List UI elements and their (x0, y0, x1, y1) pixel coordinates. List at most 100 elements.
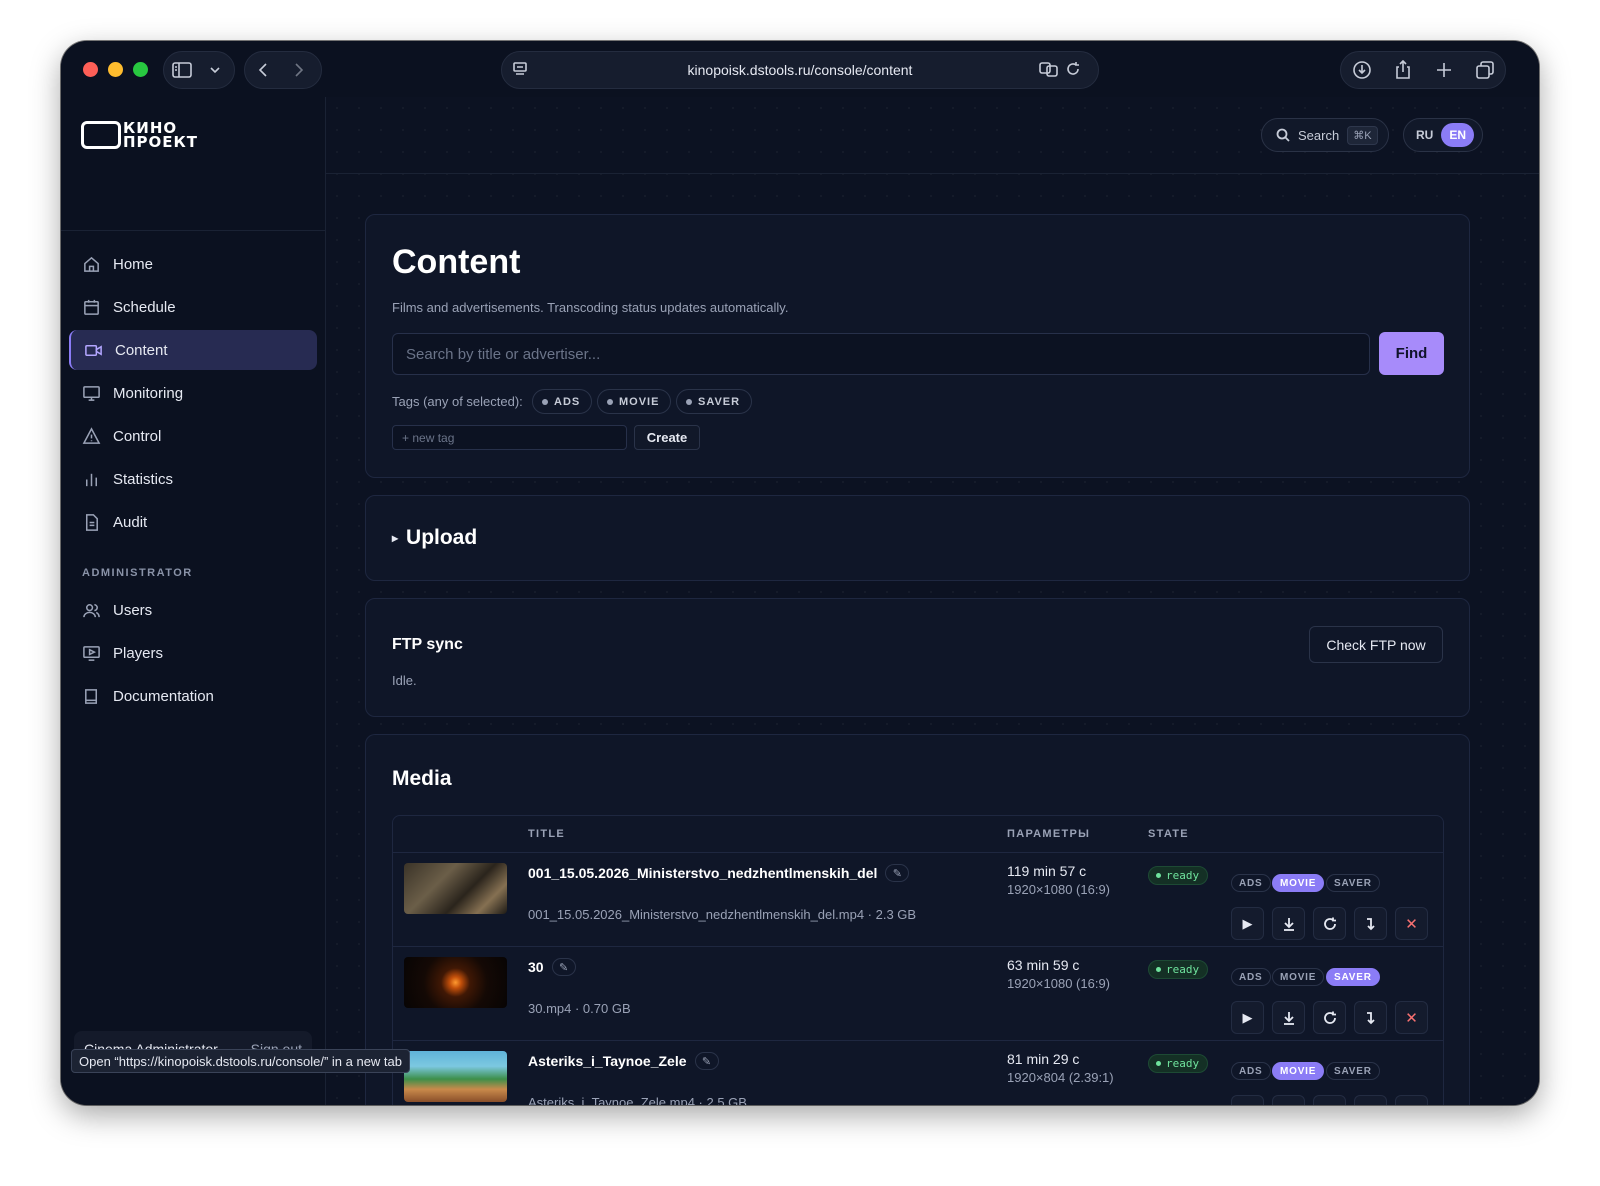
find-button[interactable]: Find (1379, 332, 1444, 375)
close-icon: ✕ (1405, 1009, 1418, 1027)
sidebar-item-statistics[interactable]: Statistics (69, 459, 317, 499)
tag-filter-movie[interactable]: MOVIE (597, 389, 672, 414)
row-tag-ads[interactable]: ADS (1231, 874, 1271, 892)
sidebar-item-audit[interactable]: Audit (69, 502, 317, 542)
sidebar-item-label: Players (113, 644, 164, 662)
tab-overview-icon[interactable] (1467, 52, 1503, 88)
refresh-icon (1323, 1105, 1337, 1106)
play-button[interactable]: ▶ (1231, 907, 1264, 940)
chevron-down-icon[interactable] (200, 52, 230, 88)
download-icon (1283, 1011, 1294, 1025)
media-resolution: 1920×1080 (16:9) (1007, 976, 1111, 991)
row-tag-movie[interactable]: MOVIE (1272, 1062, 1325, 1080)
media-thumbnail[interactable] (404, 1051, 507, 1102)
row-tag-ads[interactable]: ADS (1231, 1062, 1271, 1080)
brand-logo[interactable]: КИНО ПРОЕКТ (81, 121, 198, 150)
sidebar-item-label: Documentation (113, 687, 214, 705)
sidebar-item-control[interactable]: Control (69, 416, 317, 456)
language-switch: RU EN (1403, 118, 1483, 152)
upload-title: Upload (406, 526, 478, 549)
media-table: TITLE ПАРАМЕТРЫ STATE 001_15.05.2026_Min… (392, 815, 1444, 1105)
row-tag-saver[interactable]: SAVER (1326, 874, 1380, 892)
media-title: Media (392, 767, 452, 790)
downloads-icon[interactable] (1344, 52, 1380, 88)
sidebar-divider (61, 230, 326, 231)
sidebar-item-users[interactable]: Users (69, 590, 317, 630)
tag-filter-saver[interactable]: SAVER (676, 389, 753, 414)
retranscode-button[interactable] (1313, 1001, 1346, 1034)
translate-icon[interactable] (1039, 61, 1059, 82)
tag-dot (686, 398, 692, 405)
tag-dot (542, 398, 548, 405)
maximize-window-button[interactable] (133, 62, 148, 77)
check-ftp-button[interactable]: Check FTP now (1309, 626, 1443, 663)
delete-button[interactable]: ✕ (1395, 907, 1428, 940)
retranscode-button[interactable] (1313, 1095, 1346, 1105)
media-duration: 81 min 29 c (1007, 1051, 1080, 1067)
share-icon[interactable] (1385, 52, 1421, 88)
move-button[interactable] (1354, 1001, 1387, 1034)
arrow-turn-down-icon (1364, 1105, 1378, 1106)
download-button[interactable] (1272, 1095, 1305, 1105)
upload-card[interactable]: ▸ Upload (365, 495, 1470, 581)
sidebar-toggle-icon[interactable] (164, 52, 200, 88)
play-icon: ▶ (1242, 1009, 1253, 1025)
pencil-icon[interactable]: ✎ (885, 864, 910, 882)
sidebar-item-content[interactable]: Content (69, 330, 317, 370)
column-header-state: STATE (1148, 828, 1189, 840)
back-arrow-icon[interactable] (245, 52, 281, 88)
main-area: Search ⌘K RU EN Content Films and advert… (326, 97, 1539, 1105)
retranscode-button[interactable] (1313, 907, 1346, 940)
media-file-info: Asteriks_i_Taynoe_Zele.mp4 · 2.5 GB (528, 1095, 747, 1105)
sidebar-item-players[interactable]: Players (69, 633, 317, 673)
video-icon (85, 344, 102, 356)
close-window-button[interactable] (83, 62, 98, 77)
new-tab-icon[interactable] (1426, 52, 1462, 88)
pencil-icon[interactable]: ✎ (694, 1052, 719, 1070)
create-tag-button[interactable]: Create (634, 425, 700, 450)
lang-ru-option[interactable]: RU (1408, 123, 1441, 147)
sidebar-item-label: Schedule (113, 298, 176, 316)
close-icon: ✕ (1405, 915, 1418, 933)
sidebar-item-home[interactable]: Home (69, 244, 317, 284)
forward-arrow-icon[interactable] (281, 52, 317, 88)
new-tag-input[interactable] (392, 425, 627, 450)
sidebar-item-documentation[interactable]: Documentation (69, 676, 317, 716)
delete-button[interactable]: ✕ (1395, 1095, 1428, 1105)
sidebar-item-schedule[interactable]: Schedule (69, 287, 317, 327)
row-tag-movie[interactable]: MOVIE (1272, 874, 1325, 892)
tag-label: ADS (554, 395, 581, 408)
pencil-icon[interactable]: ✎ (551, 958, 576, 976)
download-button[interactable] (1272, 907, 1305, 940)
play-button[interactable]: ▶ (1231, 1001, 1264, 1034)
download-button[interactable] (1272, 1001, 1305, 1034)
lang-en-option[interactable]: EN (1441, 123, 1475, 147)
play-button[interactable]: ▶ (1231, 1095, 1264, 1105)
tag-filter-ads[interactable]: ADS (532, 389, 593, 414)
caret-right-icon: ▸ (392, 531, 399, 545)
media-name: Asteriks_i_Taynoe_Zele (528, 1053, 687, 1069)
search-icon (1276, 128, 1290, 142)
move-button[interactable] (1354, 1095, 1387, 1105)
minimize-window-button[interactable] (108, 62, 123, 77)
status-text: ready (1166, 869, 1200, 882)
address-bar[interactable]: kinopoisk.dstools.ru/console/content (501, 51, 1099, 89)
monitor-icon (83, 385, 100, 401)
table-row: 30 ✎ 30.mp4 · 0.70 GB 63 min 59 c 1920×1… (393, 947, 1443, 1041)
media-thumbnail[interactable] (404, 863, 507, 914)
row-tag-movie[interactable]: MOVIE (1272, 968, 1325, 986)
delete-button[interactable]: ✕ (1395, 1001, 1428, 1034)
row-tag-ads[interactable]: ADS (1231, 968, 1271, 986)
status-text: ready (1166, 963, 1200, 976)
row-tag-saver[interactable]: SAVER (1326, 1062, 1380, 1080)
upload-toggle[interactable]: ▸ Upload (392, 526, 477, 550)
media-duration: 63 min 59 c (1007, 957, 1080, 973)
sidebar-item-monitoring[interactable]: Monitoring (69, 373, 317, 413)
download-icon (1282, 1105, 1296, 1106)
content-search-input[interactable] (392, 333, 1370, 375)
row-tag-saver[interactable]: SAVER (1326, 968, 1380, 986)
media-thumbnail[interactable] (404, 957, 507, 1008)
reload-icon[interactable] (1065, 61, 1081, 82)
move-button[interactable] (1354, 907, 1387, 940)
global-search-button[interactable]: Search ⌘K (1261, 118, 1389, 152)
